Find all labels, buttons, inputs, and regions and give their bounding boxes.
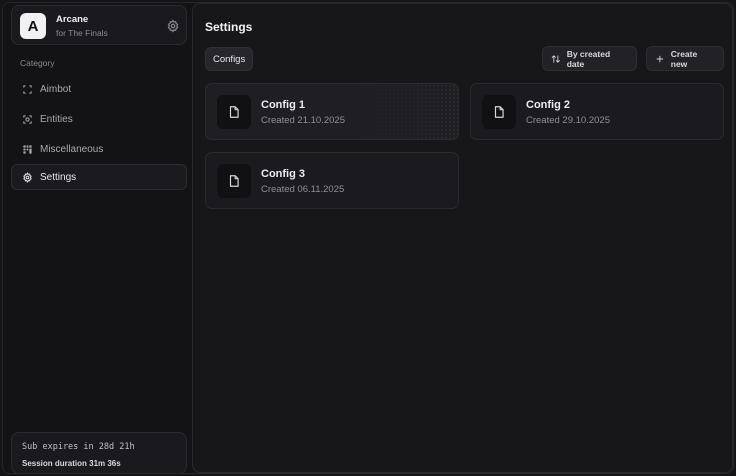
- main-panel: Settings Configs By created date Create …: [192, 3, 733, 473]
- brand-card: A Arcane for The Finals: [11, 5, 187, 45]
- plus-icon: [656, 55, 664, 62]
- config-card[interactable]: Config 1 Created 21.10.2025: [205, 83, 459, 140]
- config-name: Config 3: [261, 168, 305, 180]
- config-card[interactable]: Config 2 Created 29.10.2025: [470, 83, 724, 140]
- sidebar-item-label: Aimbot: [40, 83, 72, 95]
- config-created-date: Created 06.11.2025: [261, 184, 345, 195]
- file-icon: [217, 95, 251, 129]
- category-label: Category: [20, 58, 55, 68]
- sidebar-item-label: Settings: [40, 171, 77, 183]
- target-icon: [23, 114, 32, 124]
- config-created-date: Created 29.10.2025: [526, 115, 610, 126]
- sidebar-item-label: Miscellaneous: [40, 143, 104, 155]
- subscription-status: Sub expires in 28d 21h: [22, 442, 135, 452]
- session-duration: Session duration 31m 36s: [22, 459, 121, 468]
- file-icon: [217, 164, 251, 198]
- sidebar-item-aimbot[interactable]: Aimbot: [11, 76, 187, 102]
- sort-button[interactable]: By created date: [542, 46, 637, 71]
- config-name: Config 2: [526, 99, 570, 111]
- tab-configs[interactable]: Configs: [205, 47, 254, 71]
- session-footer: Sub expires in 28d 21h Session duration …: [11, 432, 187, 473]
- sidebar-item-miscellaneous[interactable]: Miscellaneous: [11, 136, 187, 162]
- crosshair-frame-icon: [23, 84, 32, 94]
- brand-name: Arcane: [56, 14, 89, 25]
- config-created-date: Created 21.10.2025: [261, 115, 345, 126]
- sidebar-item-settings[interactable]: Settings: [11, 164, 187, 190]
- create-new-label: Create new: [670, 48, 698, 69]
- sidebar-item-label: Entities: [40, 113, 73, 125]
- config-name: Config 1: [261, 99, 305, 111]
- gear-icon: [23, 171, 32, 183]
- sidebar-item-entities[interactable]: Entities: [11, 106, 187, 132]
- sort-button-label: By created date: [566, 48, 611, 69]
- file-icon: [482, 95, 516, 129]
- sidebar: A Arcane for The Finals Category Aimbot: [3, 3, 190, 473]
- sort-arrows-icon: [551, 54, 560, 63]
- create-new-button[interactable]: Create new: [646, 46, 724, 71]
- gear-icon[interactable]: [166, 19, 180, 33]
- grid-icon: [23, 144, 32, 154]
- brand-subtitle: for The Finals: [56, 28, 108, 38]
- brand-logo: A: [20, 13, 46, 39]
- app-window: A Arcane for The Finals Category Aimbot: [2, 2, 734, 474]
- page-title: Settings: [205, 20, 253, 34]
- config-card[interactable]: Config 3 Created 06.11.2025: [205, 152, 459, 209]
